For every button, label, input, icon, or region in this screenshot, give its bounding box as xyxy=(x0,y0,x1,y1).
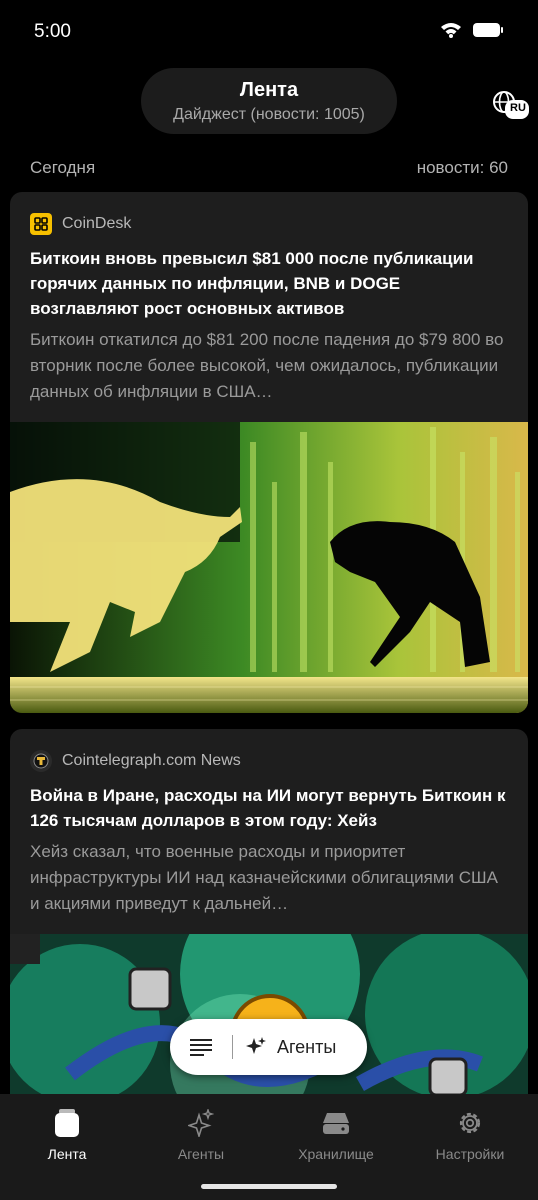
home-indicator[interactable] xyxy=(201,1184,337,1189)
storage-icon xyxy=(323,1113,349,1134)
status-time: 5:00 xyxy=(34,21,71,42)
section-count: новости: 60 xyxy=(416,158,508,177)
language-badge: RU xyxy=(510,102,526,114)
header-pill[interactable]: Лента Дайджест (новости: 1005) xyxy=(141,68,397,134)
nav-label: Настройки xyxy=(435,1146,505,1162)
sparkle-icon xyxy=(246,1037,266,1054)
card-excerpt: Биткоин откатился до $81 200 после паден… xyxy=(30,330,504,401)
card-source: CoinDesk xyxy=(30,213,528,235)
gear-icon xyxy=(459,1112,481,1134)
status-icons xyxy=(440,22,504,38)
card-source: Cointelegraph.com News xyxy=(30,750,528,772)
nav-label: Агенты xyxy=(177,1146,225,1162)
nav-item-feed[interactable]: Лента xyxy=(7,1108,127,1162)
status-bar: 5:00 xyxy=(0,0,538,62)
page-subtitle: Дайджест (новости: 1005) xyxy=(173,106,365,123)
news-card[interactable]: CoinDesk Биткоин вновь превысил $81 000 … xyxy=(10,192,528,713)
language-button[interactable]: RU xyxy=(490,88,530,122)
agents-button[interactable]: Агенты xyxy=(233,1036,336,1058)
floating-action-bar: Агенты xyxy=(170,1019,367,1075)
nav-label: Хранилище xyxy=(298,1146,374,1162)
nav-label: Лента xyxy=(47,1146,87,1162)
nav-item-storage[interactable]: Хранилище xyxy=(276,1108,396,1162)
list-view-button[interactable] xyxy=(170,1019,232,1075)
section-label: Сегодня xyxy=(30,158,96,177)
section-row: Сегодня новости: 60 xyxy=(30,158,508,178)
list-icon xyxy=(190,1039,212,1056)
page-title: Лента xyxy=(239,79,299,101)
card-source-name: Cointelegraph.com News xyxy=(62,752,241,769)
sparkle-icon xyxy=(188,1109,214,1137)
card-source-name: CoinDesk xyxy=(62,215,132,232)
feed-icon xyxy=(55,1109,79,1137)
bull-bear-image xyxy=(10,422,528,713)
nav-item-agents[interactable]: Агенты xyxy=(141,1108,261,1162)
coindesk-logo-icon xyxy=(30,213,52,235)
card-title: Война в Иране, расходы на ИИ могут верну… xyxy=(30,786,506,830)
card-title: Биткоин вновь превысил $81 000 после пуб… xyxy=(30,249,474,318)
card-excerpt: Хейз сказал, что военные расходы и приор… xyxy=(30,842,498,913)
agents-button-label: Агенты xyxy=(277,1036,337,1057)
cointelegraph-logo-icon xyxy=(30,750,52,772)
battery-icon xyxy=(473,23,503,37)
wifi-icon xyxy=(441,23,461,38)
nav-item-settings[interactable]: Настройки xyxy=(410,1108,530,1162)
